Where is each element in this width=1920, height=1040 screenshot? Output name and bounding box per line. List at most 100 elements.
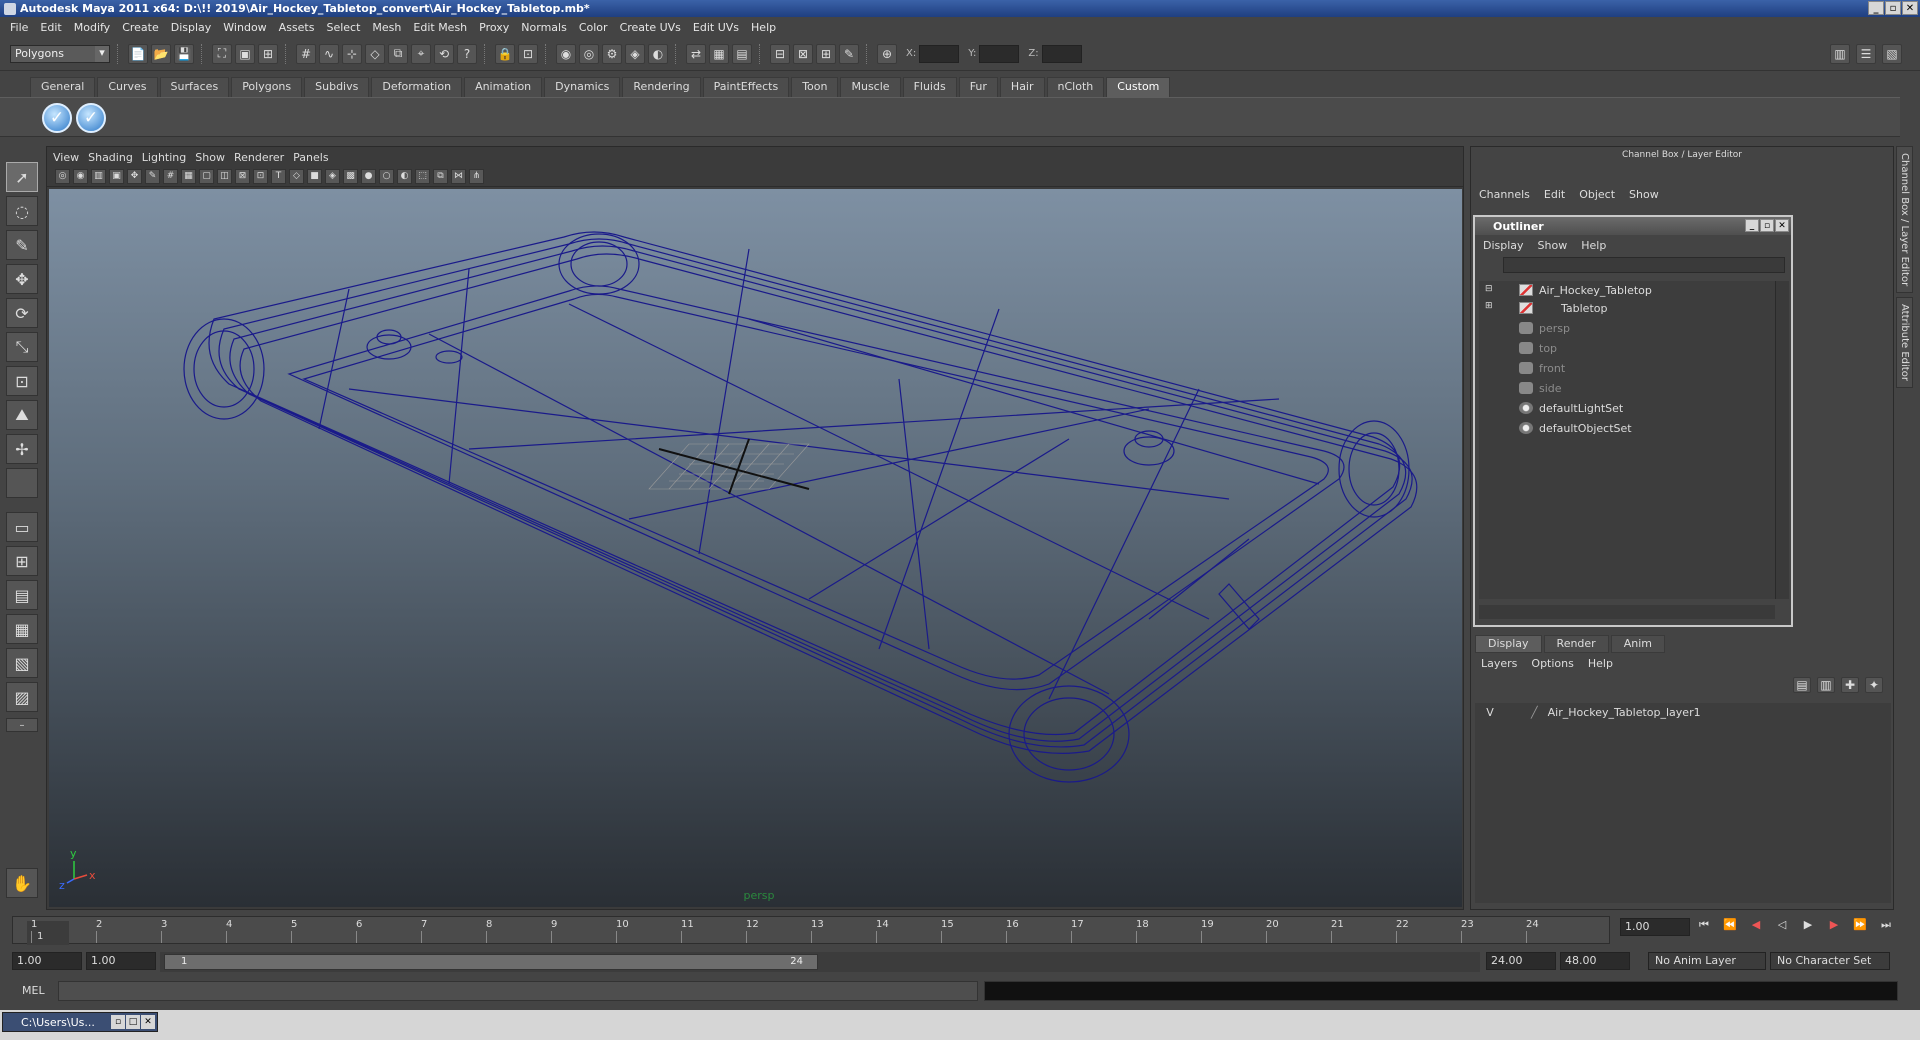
end-time-field[interactable]: 48.00 <box>1560 952 1630 970</box>
render-settings-icon[interactable]: ⚙ <box>602 43 622 64</box>
outliner-close-button[interactable]: ✕ <box>1775 219 1789 232</box>
isolate-select-icon[interactable]: ⬚ <box>415 169 430 184</box>
xray-joints-icon[interactable]: ⋈ <box>451 169 466 184</box>
wireframe-icon[interactable]: ◇ <box>289 169 304 184</box>
image-plane-icon[interactable]: ▣ <box>109 169 124 184</box>
menu-modify[interactable]: Modify <box>68 21 116 34</box>
outliner-titlebar[interactable]: Outliner _ ▫ ✕ <box>1475 217 1791 235</box>
safe-title-icon[interactable]: T <box>271 169 286 184</box>
textured-icon[interactable]: ▩ <box>343 169 358 184</box>
command-input[interactable] <box>58 981 978 1001</box>
outliner-menu-show[interactable]: Show <box>1538 239 1568 252</box>
menu-help[interactable]: Help <box>745 21 782 34</box>
shelf-tab-fur[interactable]: Fur <box>958 77 998 97</box>
snap-plane-icon[interactable]: ◇ <box>365 43 385 64</box>
four-pane-layout-icon[interactable]: ⊞ <box>6 546 38 576</box>
hypershade-layout-icon[interactable]: ▧ <box>6 648 38 678</box>
scale-tool-icon[interactable]: ⤡ <box>6 332 38 362</box>
xray-icon[interactable]: ⧉ <box>433 169 448 184</box>
expand-icon[interactable]: ⊞ <box>1485 301 1493 311</box>
shelf-tab-general[interactable]: General <box>30 77 96 97</box>
last-tool-icon[interactable]: ✢ <box>6 434 38 464</box>
paint-select-tool-icon[interactable]: ✎ <box>6 230 38 260</box>
shelf-tab-surfaces[interactable]: Surfaces <box>159 77 230 97</box>
outliner-item[interactable]: top <box>1519 339 1557 357</box>
snap-surface-icon[interactable]: ⧉ <box>388 43 408 64</box>
close-button[interactable]: ✕ <box>141 1015 155 1029</box>
shelf-tab-muscle[interactable]: Muscle <box>840 77 901 97</box>
x-field[interactable] <box>919 44 960 63</box>
shelf-tab-toon[interactable]: Toon <box>791 77 839 97</box>
maximize-button[interactable]: □ <box>126 1015 140 1029</box>
layer-tab-anim[interactable]: Anim <box>1610 635 1665 653</box>
rotate-tool-icon[interactable]: ⟳ <box>6 298 38 328</box>
layer-color-icon[interactable]: ╱ <box>1531 706 1538 719</box>
menu-create[interactable]: Create <box>116 21 165 34</box>
all-lights-icon[interactable]: ○ <box>379 169 394 184</box>
menu-create-uvs[interactable]: Create UVs <box>614 21 687 34</box>
select-object-icon[interactable]: ▣ <box>235 43 255 64</box>
custom-layout-icon[interactable]: ▨ <box>6 682 38 712</box>
outliner-item[interactable]: Tabletop <box>1519 299 1607 317</box>
playback-end-field[interactable]: 24.00 <box>1486 952 1556 970</box>
trax-icon[interactable]: ⊞ <box>816 43 836 64</box>
collapse-icon[interactable]: ⊟ <box>1485 284 1493 294</box>
restore-button[interactable]: ▫ <box>111 1015 125 1029</box>
snap-magnet-icon[interactable]: ⌖ <box>411 43 431 64</box>
shadows-icon[interactable]: ◐ <box>397 169 412 184</box>
snap-curve-icon[interactable]: ∿ <box>319 43 339 64</box>
step-back-key-icon[interactable]: ⏪ <box>1720 918 1740 936</box>
play-forward-icon[interactable]: ▶ <box>1798 918 1818 936</box>
outliner-minimize-button[interactable]: _ <box>1745 219 1759 232</box>
input-list-icon[interactable]: ⊡ <box>518 43 538 64</box>
default-lights-icon[interactable]: ● <box>361 169 376 184</box>
viewport-menu-view[interactable]: View <box>53 151 88 164</box>
move-layer-down-icon[interactable]: ▥ <box>1817 677 1835 693</box>
layout-more-icon[interactable]: – <box>6 718 38 732</box>
shelf-tab-deformation[interactable]: Deformation <box>371 77 463 97</box>
layers-menu[interactable]: Layers <box>1481 657 1517 670</box>
outliner-item[interactable]: defaultLightSet <box>1519 399 1623 417</box>
save-scene-icon[interactable]: 💾 <box>174 43 194 64</box>
outliner-item[interactable]: persp <box>1519 319 1570 337</box>
soft-mod-tool-icon[interactable]: ⛰ <box>6 400 38 430</box>
select-component-icon[interactable]: ⊞ <box>258 43 278 64</box>
manipulator-tool-icon[interactable]: ⊡ <box>6 366 38 396</box>
anim-layer-dropdown[interactable]: No Anim Layer <box>1648 952 1766 970</box>
channels-menu[interactable]: Channels <box>1479 188 1530 201</box>
playback-start-field[interactable]: 1.00 <box>86 952 156 970</box>
menu-color[interactable]: Color <box>573 21 614 34</box>
show-menu[interactable]: Show <box>1629 188 1659 201</box>
viewport-menu-panels[interactable]: Panels <box>293 151 337 164</box>
snap-grid-icon[interactable]: # <box>296 43 316 64</box>
shelf-tab-polygons[interactable]: Polygons <box>231 77 303 97</box>
options-menu[interactable]: Options <box>1531 657 1573 670</box>
safe-action-icon[interactable]: ⊡ <box>253 169 268 184</box>
ipr-render-icon[interactable]: ◎ <box>579 43 599 64</box>
menu-set-dropdown[interactable]: Polygons ▾ <box>10 44 110 63</box>
toggle-attribute-editor-icon[interactable]: ▥ <box>1830 44 1850 64</box>
paint-icon[interactable]: ✎ <box>839 43 859 64</box>
command-language-label[interactable]: MEL <box>22 984 45 997</box>
viewport-menu-renderer[interactable]: Renderer <box>234 151 293 164</box>
shelf-tab-dynamics[interactable]: Dynamics <box>544 77 621 97</box>
outliner-item[interactable]: front <box>1519 359 1565 377</box>
outliner-item[interactable]: defaultObjectSet <box>1519 419 1632 437</box>
render-view-icon[interactable]: ◐ <box>648 43 668 64</box>
display-icon[interactable]: ▤ <box>732 43 752 64</box>
range-bar[interactable]: 1 24 <box>164 954 818 970</box>
backface-icon[interactable]: ⋔ <box>469 169 484 184</box>
time-slider-track[interactable]: 1 1 2 3 4 5 6 7 8 9 10 11 12 13 14 15 16 17 18 19 20 21 22 23 2… <box>12 916 1610 945</box>
menu-mesh[interactable]: Mesh <box>366 21 407 34</box>
smooth-shade-icon[interactable]: ■ <box>307 169 322 184</box>
shelf-tab-custom[interactable]: Custom <box>1106 77 1171 97</box>
menu-proxy[interactable]: Proxy <box>473 21 515 34</box>
hypershade-icon[interactable]: ◈ <box>625 43 645 64</box>
outliner-menu-display[interactable]: Display <box>1483 239 1524 252</box>
shelf-tab-subdivs[interactable]: Subdivs <box>304 77 370 97</box>
menu-assets[interactable]: Assets <box>273 21 321 34</box>
layer-visibility-toggle[interactable]: V <box>1483 706 1497 719</box>
new-scene-icon[interactable]: 📄 <box>128 43 148 64</box>
hand-tool-icon[interactable]: ✋ <box>6 868 38 898</box>
menu-window[interactable]: Window <box>217 21 272 34</box>
